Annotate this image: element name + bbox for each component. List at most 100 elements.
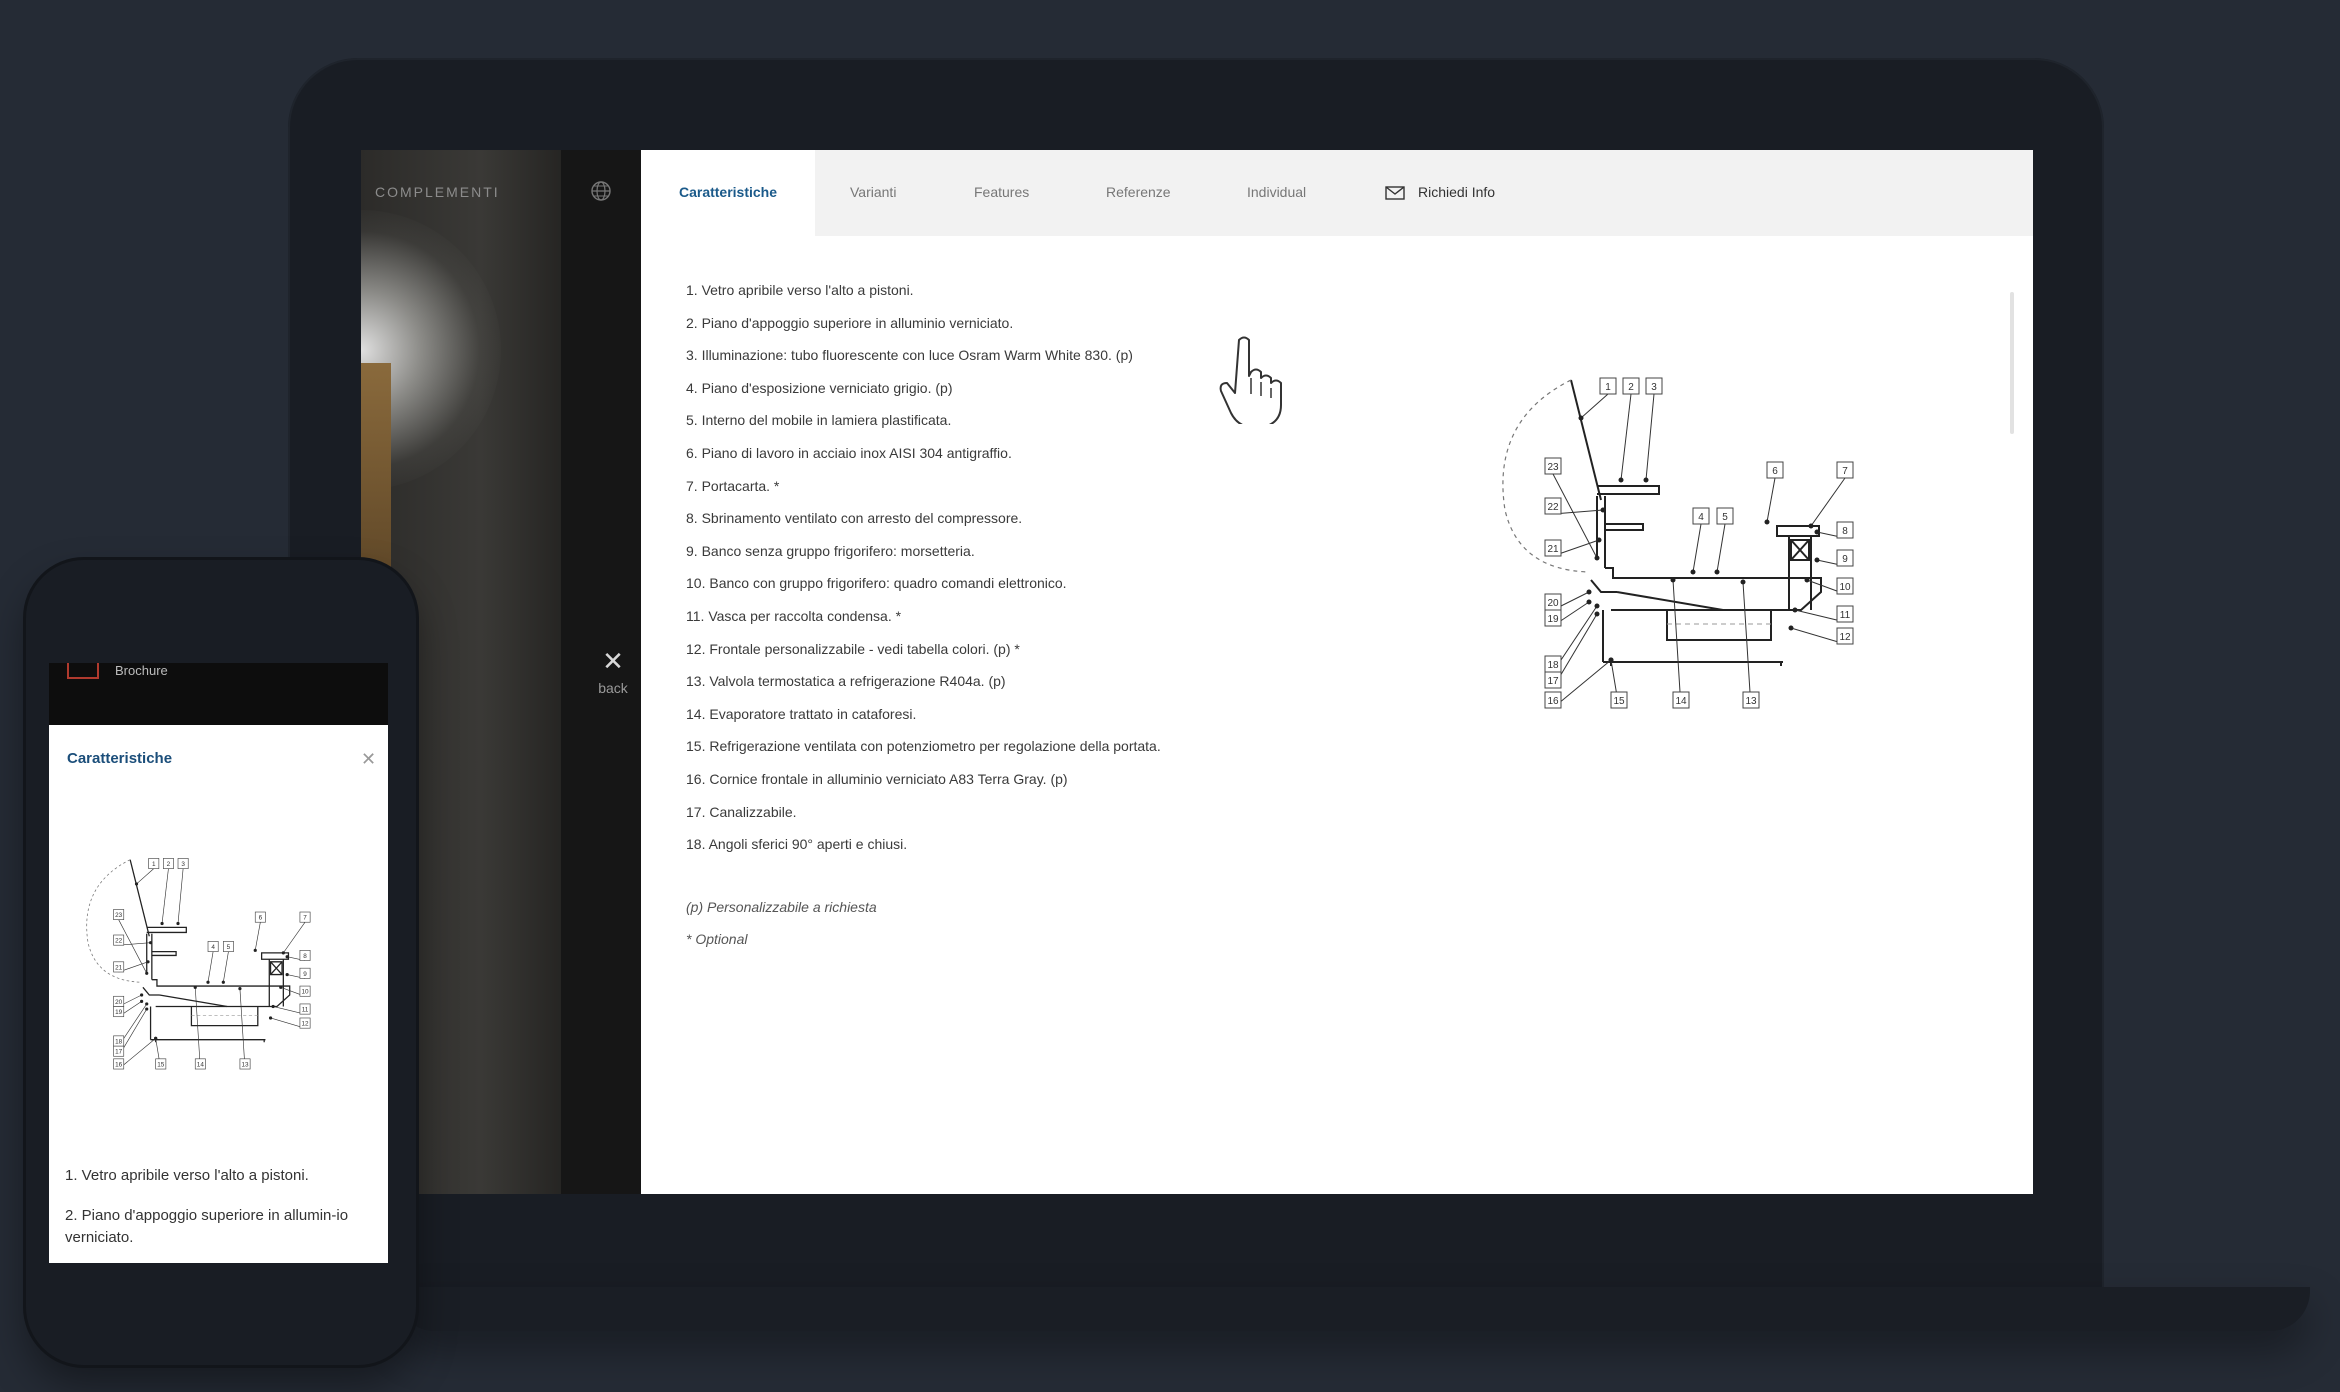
leader-dot <box>1600 507 1606 513</box>
feature-item: 7. Portacarta. * <box>686 477 780 494</box>
callout-label: 11 <box>1840 610 1851 621</box>
close-icon[interactable]: ✕ <box>361 749 376 770</box>
feature-item: 5. Interno del mobile in lamiera plastif… <box>686 412 952 429</box>
feature-item: 4. Piano d'esposizione verniciato grigio… <box>686 379 953 396</box>
callout-label: 15 <box>157 1061 165 1068</box>
phone-topbar: Brochure <box>49 663 388 725</box>
leader-line <box>177 868 184 924</box>
leader-dot <box>1690 569 1696 575</box>
leader-dot <box>1788 625 1794 631</box>
callout-label: 4 <box>211 944 215 951</box>
callout-label: 12 <box>1839 632 1851 643</box>
callout-label: 10 <box>301 989 309 996</box>
tab-individual[interactable]: Individual <box>1247 150 1306 236</box>
tab-varianti[interactable]: Varianti <box>850 150 896 236</box>
leader-line <box>118 1038 156 1070</box>
leader-line <box>207 951 214 983</box>
leader-dot <box>1596 537 1602 543</box>
leader-dot <box>221 980 225 984</box>
laptop-base <box>395 1287 2310 1331</box>
feature-item: 2. Piano d'appoggio superiore in allumin… <box>686 314 1014 331</box>
feature-item: 3. Illuminazione: tubo fluorescente con … <box>686 347 1133 364</box>
callout-label: 9 <box>303 971 307 978</box>
note-item: * Optional <box>686 931 748 948</box>
leader-dot <box>1594 611 1600 617</box>
note-item: (p) Personalizzabile a richiesta <box>686 898 877 915</box>
main-panel: Caratteristiche Varianti Features Refere… <box>641 150 2033 1194</box>
feature-item: 18. Angoli sferici 90° aperti e chiusi. <box>686 836 908 853</box>
leader-line <box>254 922 261 951</box>
leader-dot <box>145 1002 149 1006</box>
feature-item: 10. Banco con gruppo frigorifero: quadro… <box>686 575 1067 592</box>
feature-item: 1. Vetro apribile verso l'alto a pistoni… <box>686 282 914 298</box>
leader-line <box>1766 477 1776 523</box>
leader-dot <box>1586 589 1592 595</box>
leader-dot <box>1808 523 1814 529</box>
feature-item: 8. Sbrinamento ventilato con arresto del… <box>686 510 1023 527</box>
globe-icon[interactable] <box>590 180 612 202</box>
leader-line <box>239 988 246 1070</box>
leader-dot <box>1594 555 1600 561</box>
leader-line <box>1716 523 1726 573</box>
callout-label: 1 <box>152 861 156 868</box>
leader-line <box>161 868 169 924</box>
callout-label: 10 <box>1839 582 1851 593</box>
callout-label: 20 <box>1547 598 1559 609</box>
leader-dot <box>1792 607 1798 613</box>
feature-item: 17. Canalizzabile. <box>686 803 797 820</box>
leader-line <box>1742 581 1752 709</box>
leader-dot <box>1670 577 1676 583</box>
leader-line <box>1620 393 1632 481</box>
scrollbar[interactable] <box>2010 292 2014 434</box>
leader-dot <box>193 985 197 989</box>
leader-dot <box>146 960 150 964</box>
leader-dot <box>1804 577 1810 583</box>
callout-label: 5 <box>1722 512 1728 523</box>
footnotes: (p) Personalizzabile a richiesta * Optio… <box>686 897 1306 962</box>
technical-diagram: 1 2 34 56 7891011121314151617181920212223 <box>1502 377 1854 709</box>
phone-screen: Brochure Caratteristiche ✕ 1 2 3 4 5 6 7 8 9 10 11… <box>49 663 388 1263</box>
leader-dot <box>1814 529 1820 535</box>
callout-label: 13 <box>241 1061 249 1068</box>
callout-label: 22 <box>1547 502 1559 513</box>
callout-label: 2 <box>167 861 171 868</box>
tab-features[interactable]: Features <box>974 150 1029 236</box>
leader-dot <box>154 1036 158 1040</box>
callout-label: 21 <box>1547 544 1559 555</box>
leader-line <box>1810 477 1846 527</box>
leader-dot <box>145 1007 149 1011</box>
callout-label: 11 <box>302 1007 309 1014</box>
tab-richiedi-info[interactable]: Richiedi Info <box>1418 150 1495 236</box>
leader-line <box>1552 659 1612 709</box>
leader-dot <box>1594 603 1600 609</box>
features-list: 1. Vetro apribile verso l'alto a pistoni… <box>686 280 1306 962</box>
leader-dot <box>140 993 144 997</box>
callout-label: 4 <box>1698 512 1704 523</box>
callout-label: 5 <box>227 944 231 951</box>
leader-line <box>283 922 306 954</box>
tab-referenze[interactable]: Referenze <box>1106 150 1171 236</box>
brochure-label[interactable]: Brochure <box>115 663 168 678</box>
leader-line <box>1692 523 1702 573</box>
leader-dot <box>176 921 180 926</box>
phone-technical-diagram: 1 2 34 56 7891011121314151617181920212223 <box>86 858 311 1070</box>
callout-label: 7 <box>303 915 307 922</box>
leader-dot <box>206 980 210 984</box>
callout-label: 22 <box>115 938 123 945</box>
tab-caratteristiche[interactable]: Caratteristiche <box>641 150 815 236</box>
callout-label: 3 <box>1651 382 1657 393</box>
callout-label: 20 <box>115 999 123 1006</box>
callout-label: 18 <box>115 1039 123 1046</box>
callout-label: 13 <box>1745 696 1757 707</box>
laptop-screen: COMPLEMENTI ✕ back Caratteristiche Varia… <box>361 150 2033 1194</box>
leader-dot <box>1608 657 1614 663</box>
callout-label: 23 <box>1547 462 1559 473</box>
callout-label: 8 <box>1842 526 1848 537</box>
leader-line <box>194 987 201 1070</box>
callout-label: 17 <box>1547 676 1559 687</box>
callout-label: 17 <box>115 1049 123 1056</box>
callout-label: 23 <box>115 912 123 919</box>
leader-line <box>1580 393 1609 419</box>
callout-label: 16 <box>115 1061 123 1068</box>
back-button[interactable]: ✕ back <box>583 648 641 696</box>
